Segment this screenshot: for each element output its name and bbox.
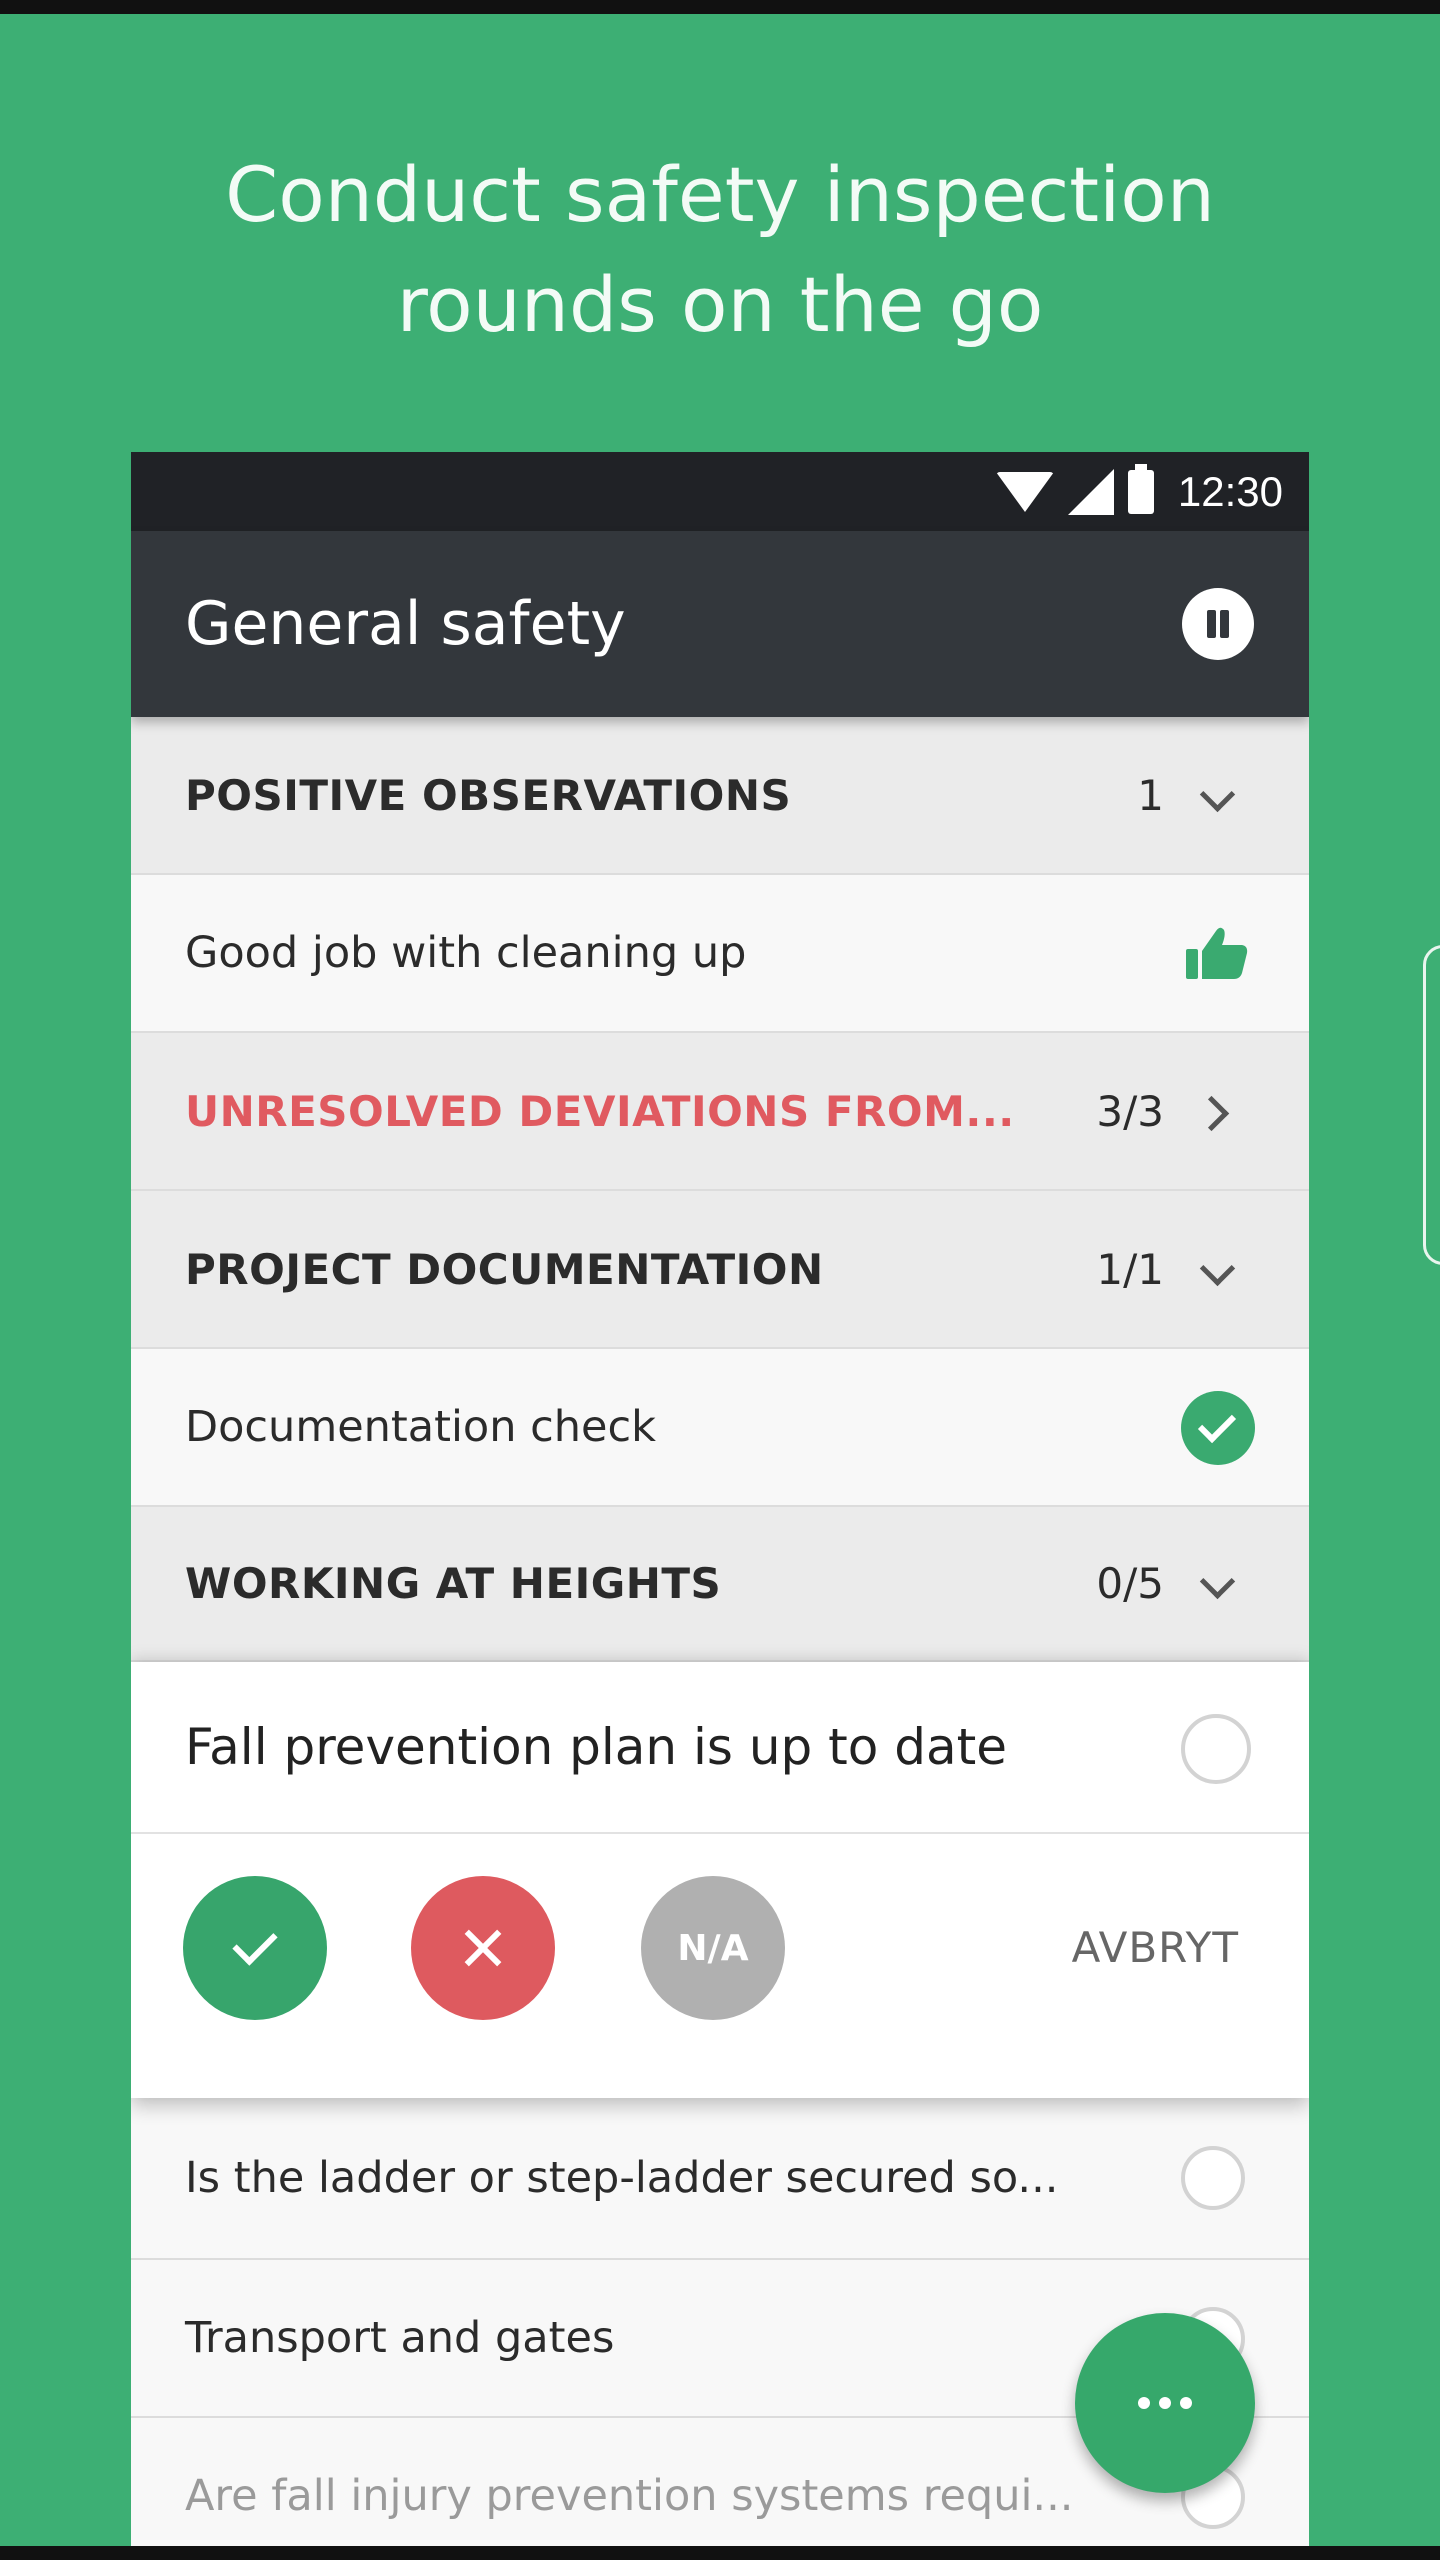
more-icon-dot bbox=[1138, 2397, 1150, 2409]
list-item-documentation-check[interactable]: Documentation check bbox=[131, 1349, 1309, 1507]
headline-line-2: rounds on the go bbox=[396, 260, 1044, 349]
more-icon-dot bbox=[1159, 2397, 1171, 2409]
app-bar: General safety bbox=[131, 531, 1309, 717]
more-actions-button[interactable] bbox=[1075, 2313, 1255, 2493]
status-bar: 12:30 bbox=[131, 452, 1309, 531]
reject-button[interactable] bbox=[411, 1876, 555, 2020]
section-label: POSITIVE OBSERVATIONS bbox=[185, 770, 792, 820]
thumbs-up-icon bbox=[1186, 927, 1248, 979]
approve-button[interactable] bbox=[183, 1876, 327, 2020]
question-row[interactable]: Fall prevention plan is up to date bbox=[131, 1662, 1309, 1834]
section-unresolved-deviations[interactable]: UNRESOLVED DEVIATIONS FROM... 3/3 bbox=[131, 1033, 1309, 1191]
section-label: PROJECT DOCUMENTATION bbox=[185, 1244, 824, 1294]
phone-screen: 12:30 General safety POSITIVE OBSERVATIO… bbox=[131, 452, 1309, 2546]
signal-icon bbox=[1067, 468, 1114, 515]
question-label: Are fall injury prevention systems requi… bbox=[185, 2471, 1074, 2521]
question-label: Is the ladder or step-ladder secured so.… bbox=[185, 2153, 1059, 2203]
next-screen-edge bbox=[1423, 945, 1440, 1265]
close-icon bbox=[462, 1927, 504, 1969]
chevron-down-icon bbox=[1199, 1250, 1236, 1287]
chevron-down-icon bbox=[1199, 1563, 1236, 1600]
section-count: 1/1 bbox=[1096, 1244, 1164, 1294]
list-item-question[interactable]: Is the ladder or step-ladder secured so.… bbox=[131, 2098, 1309, 2260]
section-count: 3/3 bbox=[1096, 1086, 1164, 1136]
wifi-icon bbox=[995, 471, 1054, 512]
section-project-documentation[interactable]: PROJECT DOCUMENTATION 1/1 bbox=[131, 1191, 1309, 1349]
pause-icon[interactable] bbox=[1182, 588, 1254, 660]
check-icon bbox=[232, 1920, 278, 1966]
item-label: Documentation check bbox=[185, 1402, 657, 1452]
section-working-at-heights[interactable]: WORKING AT HEIGHTS 0/5 bbox=[131, 1507, 1309, 1662]
section-label: WORKING AT HEIGHTS bbox=[185, 1559, 722, 1608]
section-positive-observations[interactable]: POSITIVE OBSERVATIONS 1 bbox=[131, 717, 1309, 875]
item-label: Good job with cleaning up bbox=[185, 928, 747, 978]
app-title: General safety bbox=[185, 589, 626, 659]
status-circle-icon[interactable] bbox=[1181, 1714, 1251, 1784]
status-time: 12:30 bbox=[1177, 467, 1283, 515]
chevron-right-icon bbox=[1193, 1095, 1230, 1132]
headline-line-1: Conduct safety inspection bbox=[225, 150, 1215, 239]
expanded-question-card: Fall prevention plan is up to date N/A A… bbox=[131, 1662, 1309, 2098]
battery-icon bbox=[1127, 463, 1154, 514]
list-item-good-job[interactable]: Good job with cleaning up bbox=[131, 875, 1309, 1033]
not-applicable-button[interactable]: N/A bbox=[641, 1876, 785, 2020]
device-top-edge bbox=[0, 0, 1440, 14]
headline: Conduct safety inspection rounds on the … bbox=[0, 140, 1440, 360]
section-count: 0/5 bbox=[1096, 1559, 1164, 1608]
status-circle-icon[interactable] bbox=[1181, 2146, 1245, 2210]
more-icon-dot bbox=[1180, 2397, 1192, 2409]
section-count: 1 bbox=[1137, 770, 1164, 820]
cancel-button[interactable]: AVBRYT bbox=[1072, 1876, 1239, 2020]
device-bottom-edge bbox=[0, 2546, 1440, 2560]
chevron-down-icon bbox=[1199, 776, 1236, 813]
question-label: Fall prevention plan is up to date bbox=[185, 1718, 1007, 1776]
section-label: UNRESOLVED DEVIATIONS FROM... bbox=[185, 1086, 1015, 1136]
check-circle-icon[interactable] bbox=[1181, 1391, 1255, 1465]
question-label: Transport and gates bbox=[185, 2313, 615, 2363]
